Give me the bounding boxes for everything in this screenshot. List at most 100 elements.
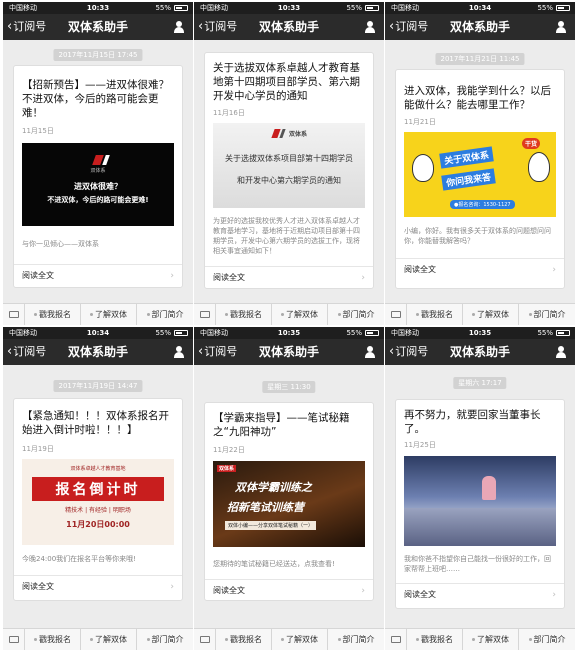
menu-item-departments[interactable]: 部门简介 bbox=[137, 629, 193, 650]
profile-icon[interactable] bbox=[364, 346, 376, 358]
nav-title: 双体系助手 bbox=[67, 345, 128, 359]
read-more-row[interactable]: 阅读全文 › bbox=[396, 258, 564, 280]
cover-logo-text: 双体系 bbox=[90, 168, 106, 174]
read-more-label: 阅读全文 bbox=[213, 273, 245, 282]
article-card[interactable]: 【学霸来指导】——笔试秘籍之“九阳神功” 11月22日 双体系 双体学霸训练之 … bbox=[204, 402, 374, 601]
nav-title: 双体系助手 bbox=[258, 20, 319, 34]
cartoon-character-left bbox=[412, 154, 434, 182]
read-more-row[interactable]: 阅读全文 › bbox=[396, 583, 564, 605]
menu-item-departments[interactable]: 部门简介 bbox=[328, 304, 384, 325]
menu-item-signup[interactable]: 戳我报名 bbox=[25, 304, 81, 325]
profile-icon[interactable] bbox=[173, 21, 185, 33]
keyboard-toggle[interactable] bbox=[3, 304, 25, 325]
menu-item-departments[interactable]: 部门简介 bbox=[328, 629, 384, 650]
cover-line-1: 双体学霸训练之 bbox=[235, 481, 312, 494]
menu-item-about[interactable]: 了解双体 bbox=[272, 629, 328, 650]
logo-icon-stripe bbox=[102, 155, 110, 165]
article-card[interactable]: 【招新预告】——进双体很难？不进双体，今后的路可能会更难！ 11月15日 双体系… bbox=[13, 65, 183, 288]
article-card[interactable]: 进入双体，我能学到什么？以后能做什么？能去哪里工作？ 11月21日 干货 关于双… bbox=[395, 69, 565, 289]
battery-percent: 55% bbox=[346, 4, 362, 12]
keyboard-toggle[interactable] bbox=[194, 629, 216, 650]
menu-item-about[interactable]: 了解双体 bbox=[272, 304, 328, 325]
profile-icon[interactable] bbox=[173, 346, 185, 358]
battery-percent: 55% bbox=[537, 4, 553, 12]
keyboard-icon bbox=[391, 311, 401, 318]
nav-bar: ‹订阅号 双体系助手 bbox=[194, 14, 384, 40]
bottom-menu: 戳我报名 了解双体 部门简介 bbox=[3, 628, 193, 650]
article-description: 今晚24:00我们在报名平台等你来哦! bbox=[22, 555, 136, 563]
menu-item-departments[interactable]: 部门简介 bbox=[519, 629, 575, 650]
cover-line-1: 关于双体系 bbox=[439, 146, 494, 169]
menu-item-signup[interactable]: 戳我报名 bbox=[407, 304, 463, 325]
profile-icon[interactable] bbox=[364, 21, 376, 33]
keyboard-toggle[interactable] bbox=[194, 304, 216, 325]
message-timestamp: 2017年11月19日 14:47 bbox=[53, 380, 143, 392]
article-description: 我和你爸不指望你自己能找一份很好的工作，回家帮帮上班吧…… bbox=[404, 555, 551, 573]
bottom-menu: 戳我报名 了解双体 部门简介 bbox=[194, 628, 384, 650]
battery-icon bbox=[365, 330, 379, 336]
battery-percent: 55% bbox=[155, 329, 171, 337]
cover-line-2: 不进双体，今后的路可能会更难! bbox=[47, 196, 149, 204]
battery-icon bbox=[556, 330, 570, 336]
article-title: 关于选拔双体系卓越人才教育基地第十四期项目部学员、第六期开发中心学员的通知 bbox=[213, 62, 360, 102]
menu-item-about[interactable]: 了解双体 bbox=[463, 629, 519, 650]
chevron-right-icon: › bbox=[552, 265, 556, 275]
menu-item-about[interactable]: 了解双体 bbox=[463, 304, 519, 325]
status-bar: 中国移动 10:34 55% bbox=[385, 2, 575, 14]
keyboard-toggle[interactable] bbox=[3, 629, 25, 650]
cover-tag: 干货 bbox=[522, 138, 541, 149]
menu-item-departments[interactable]: 部门简介 bbox=[519, 304, 575, 325]
chat-panel-2: 中国移动 10:33 55% ‹订阅号 双体系助手 关于选拔双体系卓越人才教育基… bbox=[194, 2, 384, 325]
read-more-row[interactable]: 阅读全文 › bbox=[14, 264, 182, 286]
photo-sea bbox=[404, 508, 556, 546]
menu-item-signup[interactable]: 戳我报名 bbox=[216, 629, 272, 650]
cover-logo-text: 双体系 bbox=[217, 465, 237, 472]
article-date: 11月19日 bbox=[22, 445, 54, 453]
article-title: 再不努力，就要回家当董事长了。 bbox=[404, 409, 541, 435]
cover-line-mid: 精技术 | 有经验 | 明职场 bbox=[65, 507, 131, 514]
cover-line-2: 和开发中心第六期学员的通知 bbox=[237, 176, 341, 185]
keyboard-icon bbox=[391, 636, 401, 643]
read-more-row[interactable]: 阅读全文 › bbox=[205, 579, 373, 601]
menu-item-signup[interactable]: 戳我报名 bbox=[407, 629, 463, 650]
chevron-right-icon: › bbox=[361, 273, 365, 283]
bottom-menu: 戳我报名 了解双体 部门简介 bbox=[3, 303, 193, 325]
status-bar: 中国移动 10:33 55% bbox=[194, 2, 384, 14]
nav-title: 双体系助手 bbox=[449, 20, 510, 34]
nav-bar: ‹订阅号 双体系助手 bbox=[3, 339, 193, 365]
menu-item-about[interactable]: 了解双体 bbox=[81, 304, 137, 325]
cover-headline: 报名倒计时 bbox=[32, 477, 164, 501]
article-title: 进入双体，我能学到什么？以后能做什么？能去哪里工作？ bbox=[404, 85, 551, 111]
article-date: 11月22日 bbox=[213, 446, 245, 454]
article-cover-image bbox=[404, 456, 556, 546]
article-cover-image: 双体系 关于选拔双体系项目部第十四期学员 和开发中心第六期学员的通知 bbox=[213, 123, 365, 208]
status-bar: 中国移动 10:35 55% bbox=[194, 327, 384, 339]
read-more-label: 阅读全文 bbox=[404, 265, 436, 274]
article-cover-image: 双体系 双体学霸训练之 招新笔试训练营 双体小编——分享双体笔试秘籍（一） bbox=[213, 461, 365, 547]
bottom-menu: 戳我报名 了解双体 部门简介 bbox=[385, 628, 575, 650]
article-date: 11月16日 bbox=[213, 109, 245, 117]
message-timestamp: 2017年11月15日 17:45 bbox=[53, 49, 143, 61]
cover-line-1: 关于选拔双体系项目部第十四期学员 bbox=[225, 154, 353, 163]
cover-line-1: 进双体很难？ bbox=[74, 182, 122, 191]
status-bar: 中国移动 10:34 55% bbox=[3, 327, 193, 339]
cover-line-top: 双体系卓越人才教育基地 bbox=[70, 466, 126, 472]
keyboard-toggle[interactable] bbox=[385, 629, 407, 650]
read-more-row[interactable]: 阅读全文 › bbox=[205, 266, 373, 288]
profile-icon[interactable] bbox=[555, 346, 567, 358]
chat-panel-3: 中国移动 10:34 55% ‹订阅号 双体系助手 2017年11月21日 11… bbox=[385, 2, 575, 325]
nav-bar: ‹订阅号 双体系助手 bbox=[194, 339, 384, 365]
keyboard-toggle[interactable] bbox=[385, 304, 407, 325]
article-date: 11月21日 bbox=[404, 118, 436, 126]
menu-item-signup[interactable]: 戳我报名 bbox=[216, 304, 272, 325]
menu-item-departments[interactable]: 部门简介 bbox=[137, 304, 193, 325]
article-card[interactable]: 再不努力，就要回家当董事长了。 11月25日 我和你爸不指望你自己能找一份很好的… bbox=[395, 399, 565, 609]
nav-title: 双体系助手 bbox=[67, 20, 128, 34]
profile-icon[interactable] bbox=[555, 21, 567, 33]
article-card[interactable]: 【紧急通知！！！双体系报名开始进入倒计时啦！！！】 11月19日 双体系卓越人才… bbox=[13, 398, 183, 601]
article-card[interactable]: 关于选拔双体系卓越人才教育基地第十四期项目部学员、第六期开发中心学员的通知 11… bbox=[204, 52, 374, 289]
menu-item-signup[interactable]: 戳我报名 bbox=[25, 629, 81, 650]
read-more-row[interactable]: 阅读全文 › bbox=[14, 575, 182, 597]
battery-icon bbox=[556, 5, 570, 11]
menu-item-about[interactable]: 了解双体 bbox=[81, 629, 137, 650]
